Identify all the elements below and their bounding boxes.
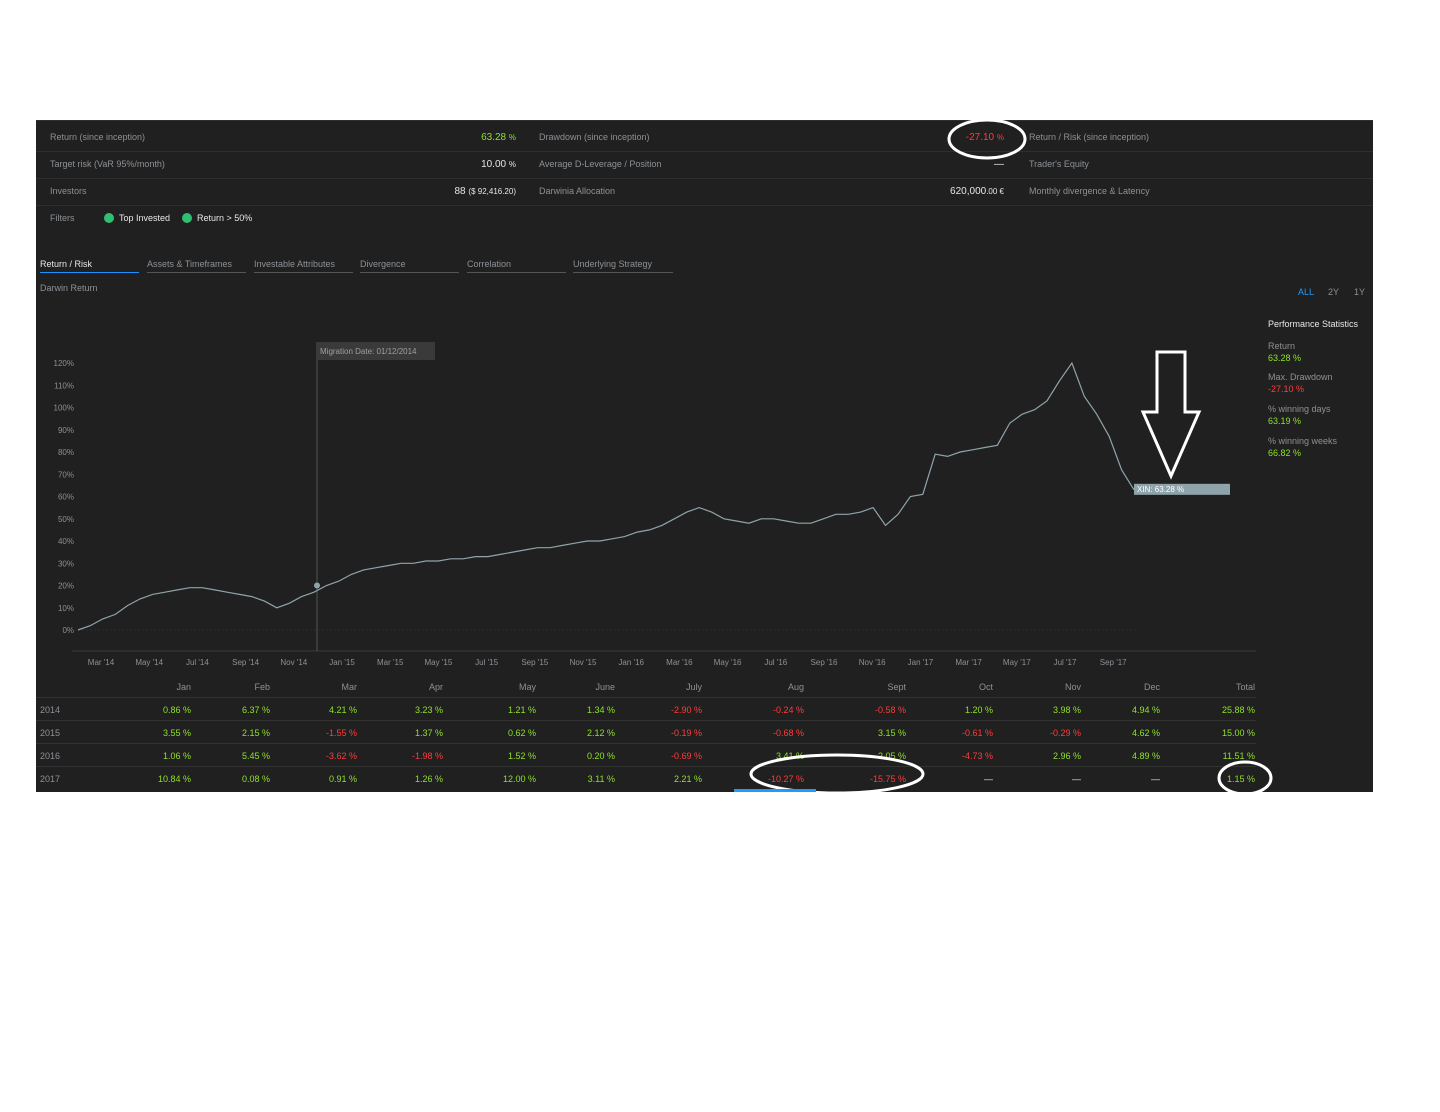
scroll-indicator [734,789,816,792]
total-circle-annotation [1217,760,1273,792]
annotation-overlay [734,120,1273,792]
darwin-panel: Return (since inception) 63.28 % Drawdow… [36,120,1373,792]
drawdown-circle-annotation [947,120,1027,160]
aug-sept-circle-annotation [749,753,925,792]
